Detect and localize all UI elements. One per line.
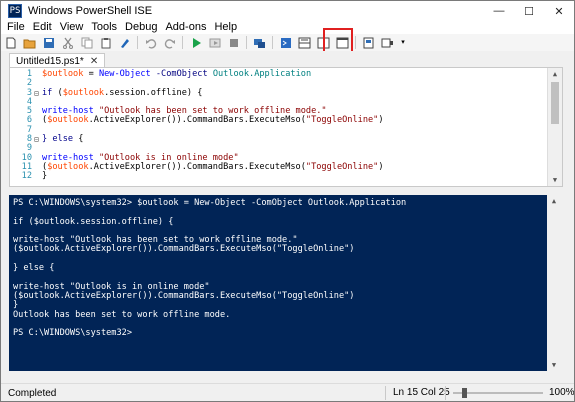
close-button[interactable]: ✕ bbox=[544, 1, 574, 21]
fold-marker bbox=[34, 154, 42, 163]
menu-edit[interactable]: Edit bbox=[29, 21, 56, 34]
toolbar-separator bbox=[355, 36, 356, 49]
console-line: } else { bbox=[13, 263, 55, 274]
toolbar-overflow-icon[interactable]: ▾ bbox=[399, 36, 407, 49]
stop-icon[interactable] bbox=[226, 36, 241, 49]
toolbar: ▾ bbox=[1, 34, 574, 51]
fold-collapse-icon[interactable]: ⊟ bbox=[34, 89, 42, 98]
menu-add-ons[interactable]: Add-ons bbox=[161, 21, 210, 34]
open-folder-icon[interactable] bbox=[22, 36, 37, 49]
console-line: if ($outlook.session.offline) { bbox=[13, 216, 174, 227]
tab-close-icon[interactable]: ✕ bbox=[90, 56, 98, 67]
show-command-window-icon[interactable] bbox=[361, 36, 376, 49]
console-prompt[interactable]: PS C:\WINDOWS\system32> bbox=[13, 328, 545, 338]
console-line: ($outlook.ActiveExplorer()).CommandBars.… bbox=[13, 290, 355, 301]
code-line[interactable]: $outlook = New-Object -ComObject Outlook… bbox=[42, 69, 546, 79]
show-script-pane-top-icon[interactable] bbox=[297, 36, 312, 49]
code-line[interactable]: } else { bbox=[42, 134, 546, 144]
script-editor[interactable]: 1 2 3 4 5 6 7 8 9 10 11 12 ⊟ ⊟ $outlook … bbox=[9, 67, 563, 187]
toolbar-separator bbox=[272, 36, 273, 49]
code-lines: $outlook = New-Object -ComObject Outlook… bbox=[42, 69, 546, 182]
code-line[interactable]: ($outlook.ActiveExplorer()).CommandBars.… bbox=[42, 116, 546, 126]
zoom-slider-thumb[interactable] bbox=[462, 388, 467, 398]
scrollbar-thumb[interactable] bbox=[551, 82, 559, 124]
minimize-button[interactable]: — bbox=[484, 1, 514, 21]
line-number: 12 bbox=[21, 171, 32, 182]
save-icon[interactable] bbox=[41, 36, 56, 49]
status-separator bbox=[445, 386, 446, 400]
fold-marker bbox=[34, 163, 42, 172]
fold-marker bbox=[34, 79, 42, 88]
fold-marker bbox=[34, 116, 42, 125]
zoom-slider[interactable] bbox=[453, 388, 543, 398]
copy-icon[interactable] bbox=[79, 36, 94, 49]
console-vertical-scrollbar[interactable]: ▲ ▼ bbox=[547, 195, 561, 371]
toolbar-separator bbox=[137, 36, 138, 49]
menu-bar: File Edit View Tools Debug Add-ons Help bbox=[1, 21, 574, 34]
console-output: PS C:\WINDOWS\system32> $outlook = New-O… bbox=[13, 198, 545, 338]
console-pane[interactable]: PS C:\WINDOWS\system32> $outlook = New-O… bbox=[9, 195, 561, 371]
status-separator bbox=[385, 386, 386, 400]
fold-margin: ⊟ ⊟ bbox=[34, 70, 42, 182]
menu-tools[interactable]: Tools bbox=[87, 21, 121, 34]
code-line[interactable]: ($outlook.ActiveExplorer()).CommandBars.… bbox=[42, 162, 546, 172]
undo-icon[interactable] bbox=[143, 36, 158, 49]
scroll-up-icon[interactable]: ▲ bbox=[547, 195, 561, 207]
menu-file[interactable]: File bbox=[1, 21, 29, 34]
toolbar-separator bbox=[182, 36, 183, 49]
cut-icon[interactable] bbox=[60, 36, 75, 49]
console-line: Outlook has been set to work offline mod… bbox=[13, 309, 231, 320]
redo-icon[interactable] bbox=[162, 36, 177, 49]
tab-label: Untitled15.ps1* bbox=[16, 55, 84, 67]
script-tabs: Untitled15.ps1* ✕ bbox=[1, 51, 574, 68]
powershell-ise-window: PS Windows PowerShell ISE — ☐ ✕ File Edi… bbox=[0, 0, 575, 402]
title-bar: PS Windows PowerShell ISE — ☐ ✕ bbox=[1, 1, 574, 21]
run-script-icon[interactable] bbox=[188, 36, 203, 49]
fold-marker bbox=[34, 144, 42, 153]
scroll-up-icon[interactable]: ▲ bbox=[548, 68, 562, 80]
fold-marker bbox=[34, 107, 42, 116]
scroll-down-icon[interactable]: ▼ bbox=[547, 359, 561, 371]
scroll-down-icon[interactable]: ▼ bbox=[548, 174, 562, 186]
clear-icon[interactable] bbox=[117, 36, 132, 49]
zoom-level: 100% bbox=[549, 387, 575, 398]
fold-marker bbox=[34, 126, 42, 135]
window-title: Windows PowerShell ISE bbox=[28, 5, 153, 17]
window-controls: — ☐ ✕ bbox=[484, 1, 574, 21]
fold-collapse-icon[interactable]: ⊟ bbox=[34, 135, 42, 144]
console-line: PS C:\WINDOWS\system32> $outlook = New-O… bbox=[13, 198, 407, 208]
cursor-position: Ln 15 Col 25 bbox=[393, 387, 450, 398]
tab-untitled15[interactable]: Untitled15.ps1* ✕ bbox=[9, 53, 106, 68]
fold-marker bbox=[34, 98, 42, 107]
code-line[interactable]: } bbox=[42, 171, 546, 181]
run-selection-icon[interactable] bbox=[207, 36, 222, 49]
fold-marker bbox=[34, 70, 42, 79]
code-line[interactable] bbox=[42, 126, 546, 135]
line-number-gutter: 1 2 3 4 5 6 7 8 9 10 11 12 bbox=[10, 69, 32, 182]
pane-splitter[interactable] bbox=[9, 187, 561, 193]
maximize-button[interactable]: ☐ bbox=[514, 1, 544, 21]
console-line: ($outlook.ActiveExplorer()).CommandBars.… bbox=[13, 244, 355, 255]
paste-icon[interactable] bbox=[98, 36, 113, 49]
code-line[interactable]: if ($outlook.session.offline) { bbox=[42, 88, 546, 98]
menu-help[interactable]: Help bbox=[210, 21, 241, 34]
editor-vertical-scrollbar[interactable]: ▲ ▼ bbox=[547, 68, 562, 186]
status-text: Completed bbox=[8, 387, 57, 399]
menu-debug[interactable]: Debug bbox=[121, 21, 161, 34]
start-powershell-icon[interactable] bbox=[278, 36, 293, 49]
new-file-icon[interactable] bbox=[3, 36, 18, 49]
toolbar-separator bbox=[246, 36, 247, 49]
show-command-addon-icon[interactable] bbox=[380, 36, 395, 49]
powershell-app-icon: PS bbox=[8, 4, 22, 18]
new-remote-tab-icon[interactable] bbox=[252, 36, 267, 49]
status-bar: Completed Ln 15 Col 25 100% bbox=[1, 383, 575, 401]
menu-view[interactable]: View bbox=[56, 21, 88, 34]
fold-marker bbox=[34, 172, 42, 181]
